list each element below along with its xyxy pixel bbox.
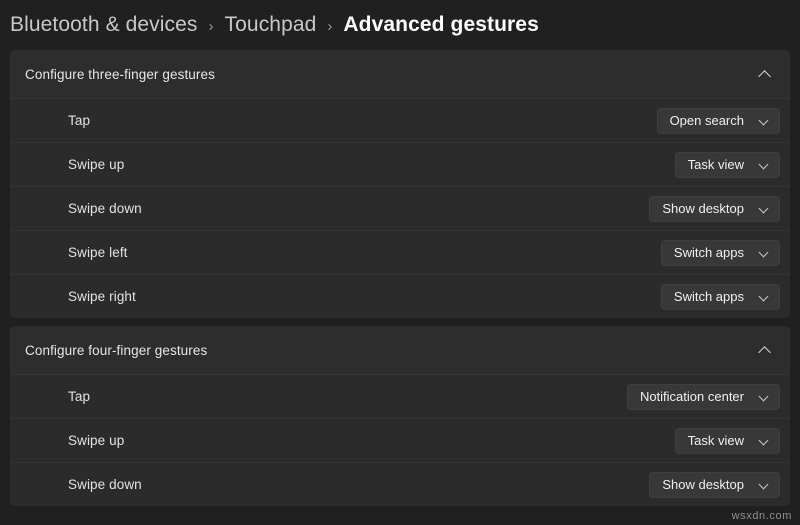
gesture-action-dropdown[interactable]: Open search [656,107,780,134]
chevron-down-icon [757,158,771,172]
breadcrumb: Bluetooth & devices › Touchpad › Advanced ge… [0,0,800,50]
breadcrumb-separator-icon: › [327,17,333,35]
chevron-up-icon[interactable] [758,343,772,357]
setting-row-label: Swipe up [68,157,125,172]
chevron-down-icon [757,290,771,304]
gesture-action-dropdown[interactable]: Switch apps [660,239,780,266]
breadcrumb-current: Advanced gestures [343,13,539,36]
gesture-action-dropdown[interactable]: Switch apps [660,283,780,310]
chevron-up-icon[interactable] [758,67,772,81]
chevron-down-icon [757,434,771,448]
setting-row-label: Swipe down [68,201,142,216]
dropdown-selected-value: Notification center [639,389,744,404]
setting-row-label: Swipe down [68,477,142,492]
dropdown-selected-value: Switch apps [673,289,744,304]
chevron-down-icon [757,246,771,260]
dropdown-selected-value: Show desktop [662,477,744,492]
gesture-action-dropdown[interactable]: Task view [674,151,780,178]
gesture-action-dropdown[interactable]: Task view [674,427,780,454]
gesture-action-dropdown[interactable]: Notification center [626,383,780,410]
section-title: Configure four-finger gestures [25,342,208,358]
chevron-down-icon [757,390,771,404]
settings-card: Configure three-finger gestures Tap Open s… [10,50,790,318]
setting-row-label: Tap [68,113,91,128]
settings-content: Configure three-finger gestures Tap Open s… [0,50,800,506]
dropdown-selected-value: Show desktop [662,201,744,216]
setting-row: Tap Notification center [10,374,790,418]
breadcrumb-link[interactable]: Touchpad [225,13,317,37]
dropdown-selected-value: Open search [669,113,744,128]
setting-row: Swipe right Switch apps [10,274,790,318]
settings-card: Configure four-finger gestures Tap Notific… [10,326,790,506]
chevron-down-icon [757,478,771,492]
setting-row: Swipe down Show desktop [10,462,790,506]
gesture-action-dropdown[interactable]: Show desktop [649,471,780,498]
section-header[interactable]: Configure four-finger gestures [10,326,790,374]
setting-row-label: Tap [68,389,91,404]
watermark: wsxdn.com [731,510,792,522]
setting-row: Swipe down Show desktop [10,186,790,230]
setting-row-label: Swipe left [68,245,128,260]
gesture-action-dropdown[interactable]: Show desktop [649,195,780,222]
section-header[interactable]: Configure three-finger gestures [10,50,790,98]
setting-row-label: Swipe right [68,289,136,304]
breadcrumb-link[interactable]: Bluetooth & devices [10,13,198,37]
dropdown-selected-value: Switch apps [673,245,744,260]
setting-row: Swipe left Switch apps [10,230,790,274]
dropdown-selected-value: Task view [687,433,744,448]
setting-row-label: Swipe up [68,433,125,448]
dropdown-selected-value: Task view [687,157,744,172]
setting-row: Swipe up Task view [10,142,790,186]
chevron-down-icon [757,202,771,216]
breadcrumb-separator-icon: › [208,17,214,35]
setting-row: Swipe up Task view [10,418,790,462]
chevron-down-icon [757,114,771,128]
section-title: Configure three-finger gestures [25,66,215,82]
setting-row: Tap Open search [10,98,790,142]
